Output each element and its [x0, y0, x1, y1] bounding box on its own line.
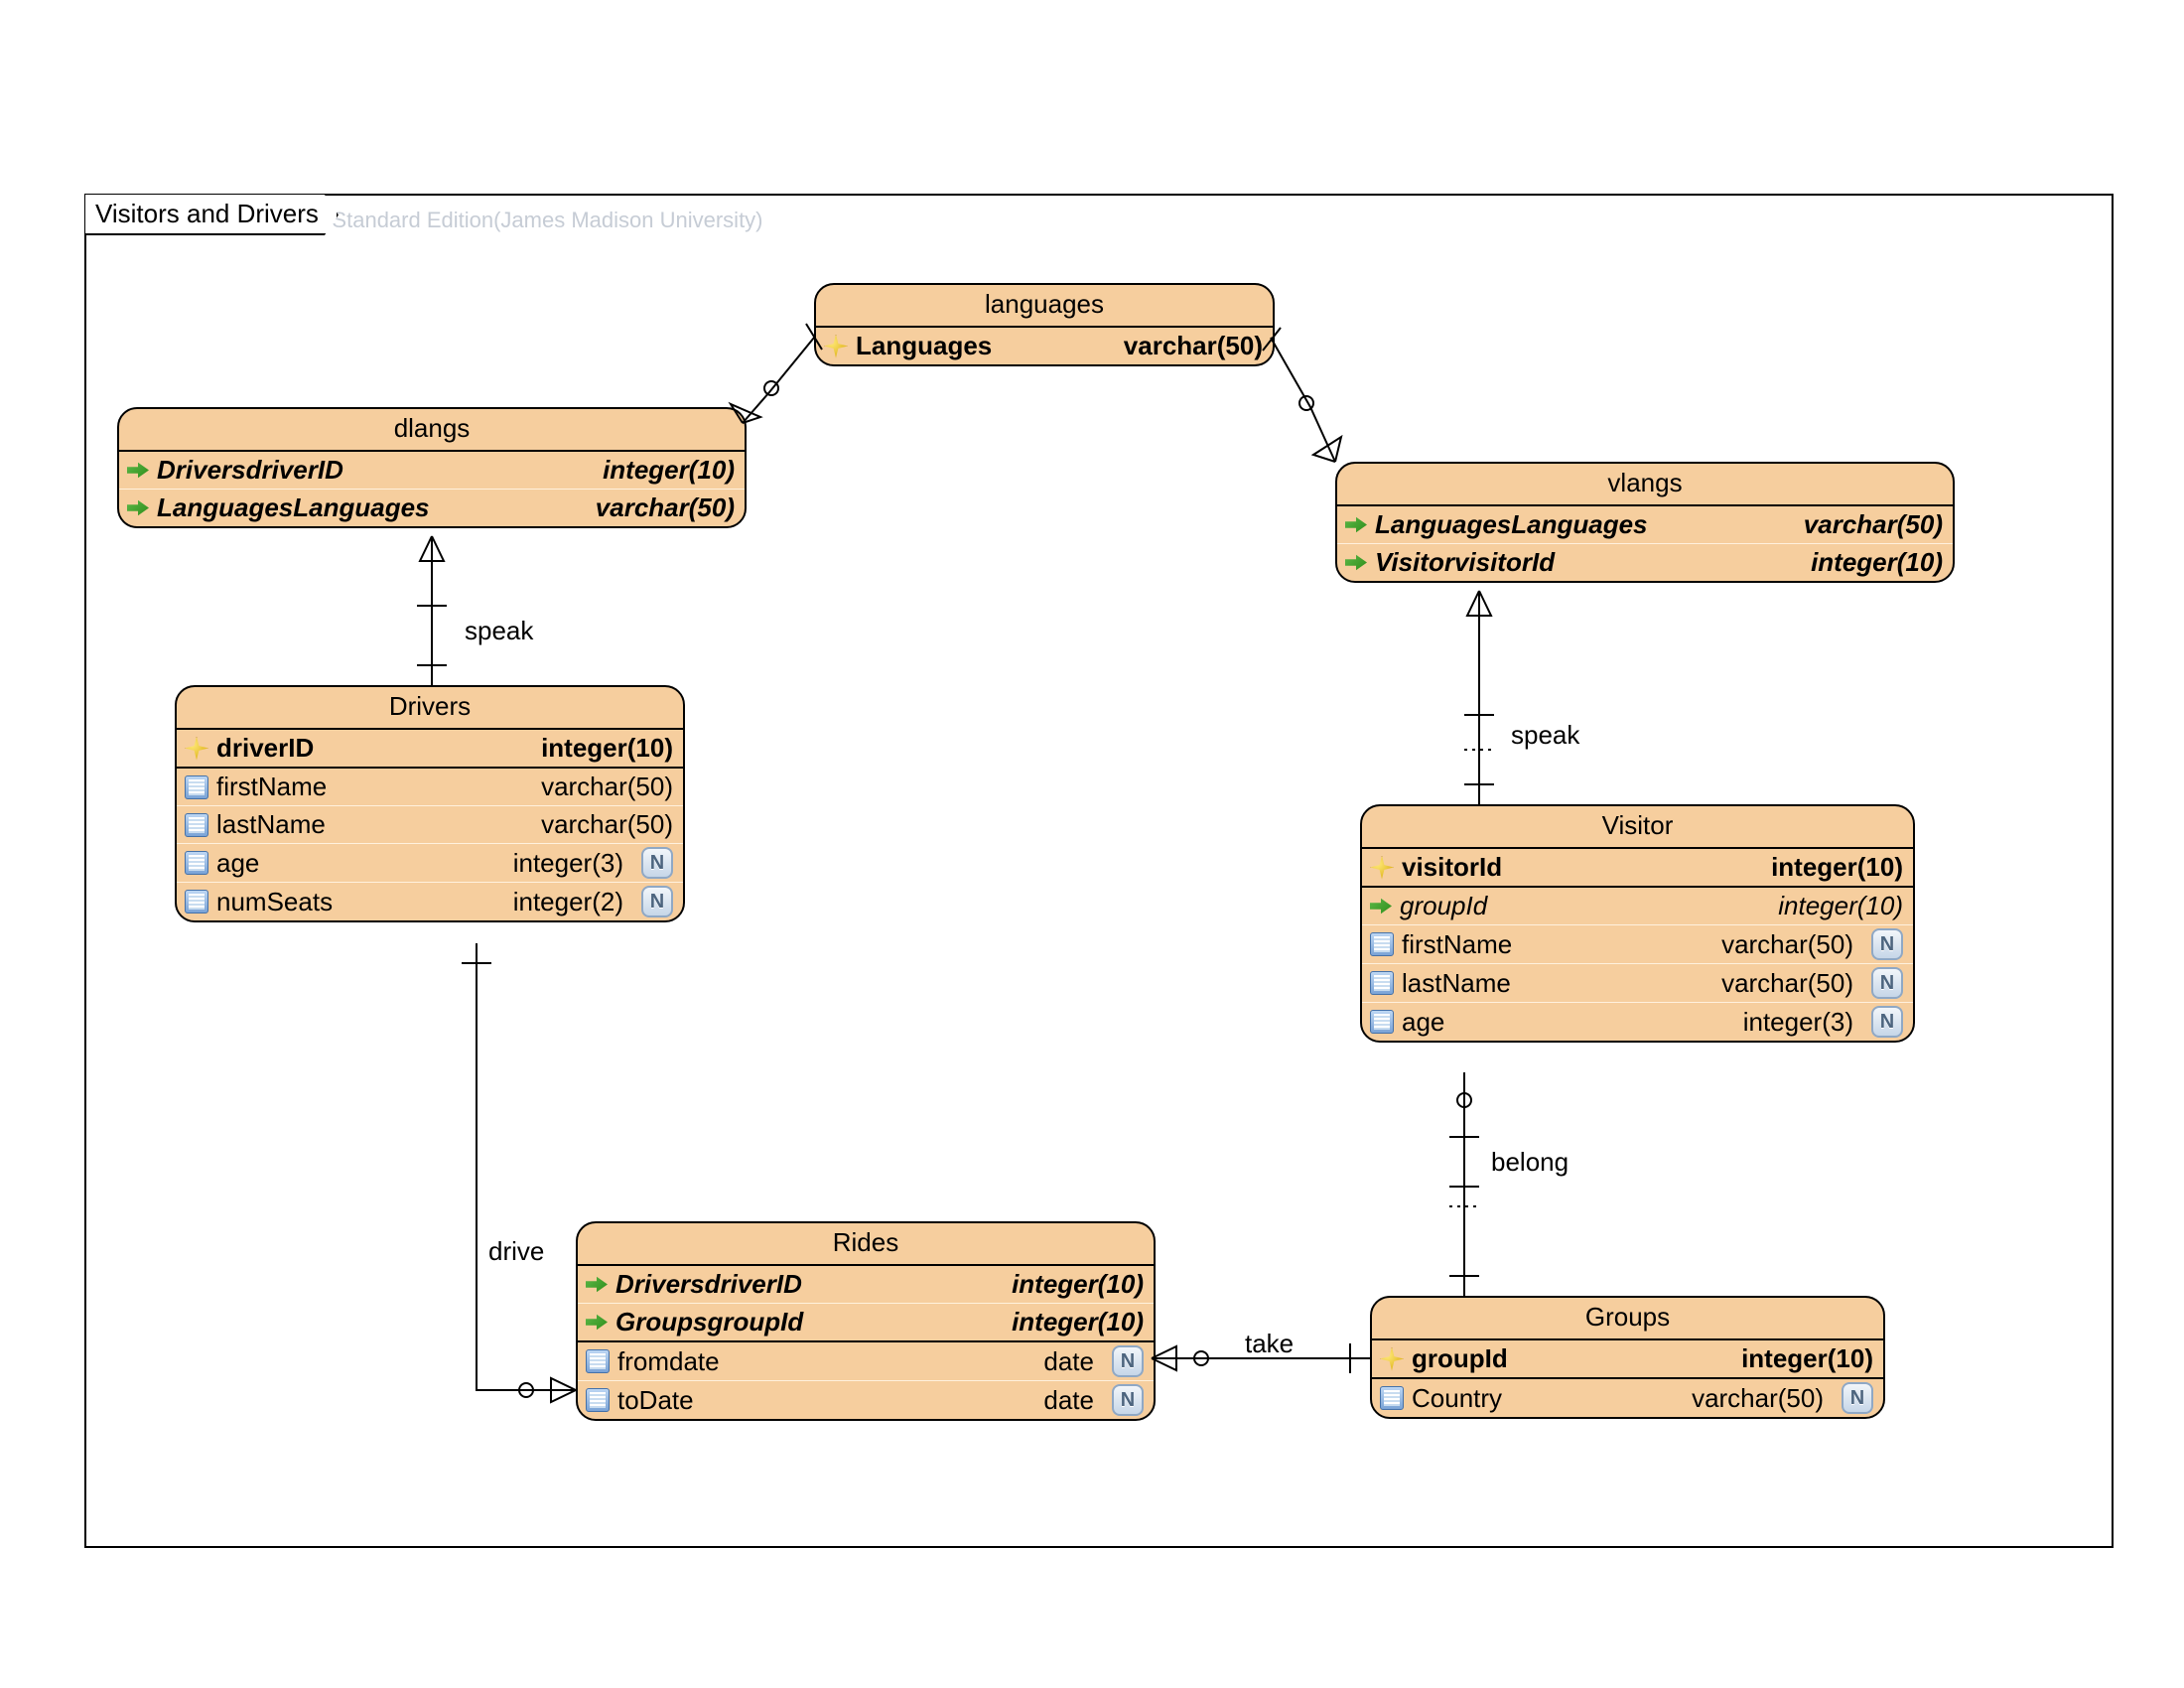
column-icon [185, 851, 208, 875]
rel-label-speak1: speak [465, 616, 533, 646]
col-name: Languages [856, 331, 992, 361]
entity-visitor[interactable]: Visitor visitorId integer(10) groupId in… [1360, 804, 1915, 1043]
fk-pk-icon [127, 460, 149, 482]
col-type: varchar(50) [1084, 331, 1263, 361]
col-type: integer(10) [1731, 852, 1903, 883]
col-type: varchar(50) [501, 772, 673, 802]
key-icon [185, 737, 208, 761]
col-name: LanguagesLanguages [1375, 509, 1648, 540]
column-icon [586, 1388, 610, 1412]
column-icon [185, 813, 208, 837]
fk-icon [1370, 896, 1392, 917]
column-icon [1370, 932, 1394, 956]
entity-vlangs[interactable]: vlangs LanguagesLanguages varchar(50) Vi… [1335, 462, 1955, 583]
entity-title: vlangs [1337, 464, 1953, 506]
col-name: numSeats [216, 887, 333, 917]
column-icon [185, 890, 208, 914]
column-icon [1370, 1010, 1394, 1034]
nullable-icon: N [1871, 1006, 1903, 1038]
entity-title: Visitor [1362, 806, 1913, 849]
col-type: integer(10) [1702, 1343, 1873, 1374]
fk-pk-icon [1345, 514, 1367, 536]
entity-title: Groups [1372, 1298, 1883, 1340]
entity-drivers[interactable]: Drivers driverID integer(10) firstName v… [175, 685, 685, 922]
col-type: integer(10) [1738, 891, 1903, 921]
col-name: driverID [216, 733, 314, 764]
column-icon [1380, 1386, 1404, 1410]
rel-label-drive: drive [488, 1236, 544, 1267]
col-name: DriversdriverID [157, 455, 343, 486]
col-name: Country [1412, 1383, 1502, 1414]
nullable-icon: N [1842, 1382, 1873, 1414]
column-icon [1370, 971, 1394, 995]
col-name: toDate [617, 1385, 694, 1416]
col-name: groupId [1400, 891, 1487, 921]
fk-pk-icon [127, 497, 149, 519]
col-type: varchar(50) [1764, 509, 1943, 540]
col-type: varchar(50) [1682, 968, 1853, 999]
col-name: fromdate [617, 1346, 720, 1377]
nullable-icon: N [641, 886, 673, 917]
col-name: GroupsgroupId [615, 1307, 803, 1337]
col-name: VisitorvisitorId [1375, 547, 1555, 578]
col-type: integer(10) [1771, 547, 1943, 578]
rel-label-take: take [1245, 1329, 1294, 1359]
entity-languages[interactable]: languages Languages varchar(50) [814, 283, 1275, 366]
rel-label-belong: belong [1491, 1147, 1569, 1178]
nullable-icon: N [1112, 1345, 1144, 1377]
col-type: date [1004, 1346, 1094, 1377]
nullable-icon: N [1112, 1384, 1144, 1416]
entity-title: languages [816, 285, 1273, 328]
entity-title: Drivers [177, 687, 683, 730]
col-name: age [1402, 1007, 1444, 1038]
fk-pk-icon [586, 1274, 608, 1296]
col-type: integer(3) [1704, 1007, 1853, 1038]
col-type: varchar(50) [501, 809, 673, 840]
nullable-icon: N [641, 847, 673, 879]
entity-groups[interactable]: Groups groupId integer(10) Country varch… [1370, 1296, 1885, 1419]
col-type: varchar(50) [1682, 929, 1853, 960]
frame-title: Visitors and Drivers [85, 195, 339, 235]
col-name: lastName [216, 809, 326, 840]
rel-label-speak2: speak [1511, 720, 1579, 751]
col-name: groupId [1412, 1343, 1508, 1374]
col-type: integer(10) [501, 733, 673, 764]
col-name: LanguagesLanguages [157, 492, 430, 523]
entity-dlangs[interactable]: dlangs DriversdriverID integer(10) Langu… [117, 407, 747, 528]
key-icon [1370, 856, 1394, 880]
col-type: integer(10) [563, 455, 735, 486]
col-name: firstName [216, 772, 327, 802]
entity-rides[interactable]: Rides DriversdriverID integer(10) Groups… [576, 1221, 1156, 1421]
entity-title: dlangs [119, 409, 745, 452]
col-name: DriversdriverID [615, 1269, 802, 1300]
column-icon [586, 1349, 610, 1373]
key-icon [1380, 1347, 1404, 1371]
col-name: lastName [1402, 968, 1511, 999]
col-type: integer(10) [972, 1307, 1144, 1337]
nullable-icon: N [1871, 928, 1903, 960]
col-name: age [216, 848, 259, 879]
col-name: firstName [1402, 929, 1512, 960]
key-icon [824, 335, 848, 358]
fk-pk-icon [1345, 552, 1367, 574]
entity-title: Rides [578, 1223, 1154, 1266]
col-type: integer(3) [474, 848, 623, 879]
col-type: date [1004, 1385, 1094, 1416]
col-type: integer(10) [972, 1269, 1144, 1300]
col-name: visitorId [1402, 852, 1502, 883]
column-icon [185, 775, 208, 799]
nullable-icon: N [1871, 967, 1903, 999]
col-type: varchar(50) [556, 492, 735, 523]
fk-pk-icon [586, 1312, 608, 1334]
col-type: varchar(50) [1652, 1383, 1824, 1414]
col-type: integer(2) [474, 887, 623, 917]
